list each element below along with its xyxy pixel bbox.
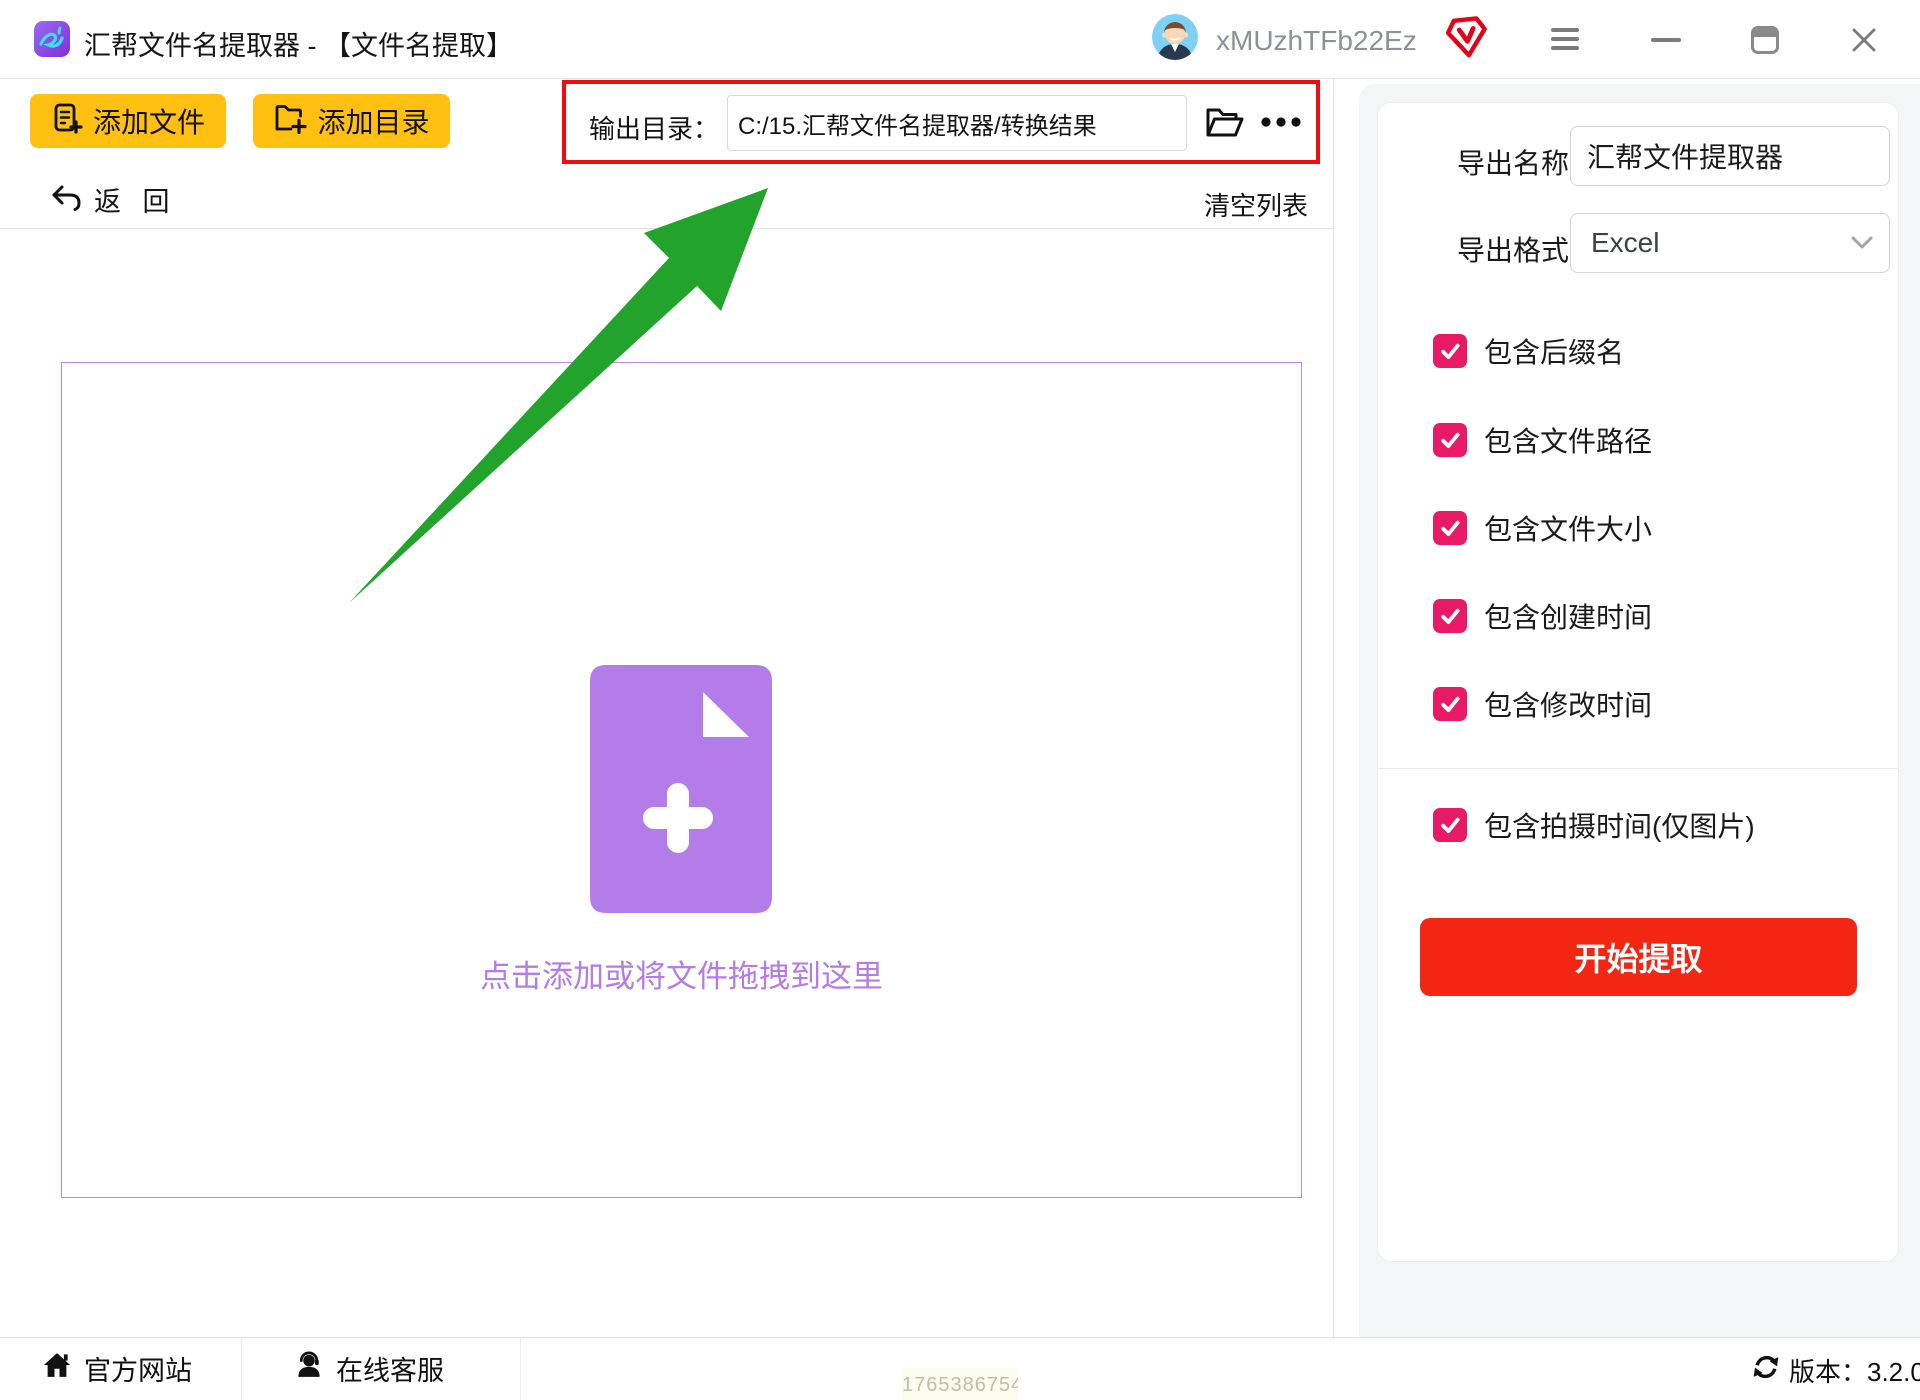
add-files-label: 添加文件 — [93, 101, 205, 141]
username: xMUzhTFb22Ez — [1216, 25, 1417, 57]
option-include-extension[interactable]: 包含后缀名 — [1433, 334, 1624, 368]
file-add-icon — [590, 665, 772, 913]
app-logo-icon — [33, 20, 71, 58]
version-label: 版本：3.2.0.0 — [1789, 1352, 1920, 1389]
export-name-label: 导出名称 — [1457, 142, 1569, 182]
start-extract-button[interactable]: 开始提取 — [1420, 918, 1857, 996]
option-include-path[interactable]: 包含文件路径 — [1433, 423, 1652, 457]
checkbox-checked[interactable] — [1433, 808, 1467, 842]
option-include-created-time[interactable]: 包含创建时间 — [1433, 599, 1652, 633]
back-arrow-icon — [50, 183, 82, 216]
options-divider — [1377, 768, 1899, 769]
minimize-button[interactable] — [1651, 38, 1681, 42]
footer-divider — [0, 1337, 1920, 1338]
option-label: 包含拍摄时间(仅图片) — [1484, 805, 1755, 845]
ellipsis-icon — [1258, 121, 1304, 136]
dropzone[interactable]: 点击添加或将文件拖拽到这里 — [61, 362, 1302, 1198]
more-options-button[interactable] — [1256, 108, 1306, 138]
checkbox-checked[interactable] — [1433, 599, 1467, 633]
list-divider — [0, 228, 1333, 229]
title-bar: 汇帮文件名提取器 - 【文件名提取】 xMUzhTFb22Ez — [0, 0, 1920, 79]
option-include-photo-time[interactable]: 包含拍摄时间(仅图片) — [1433, 808, 1755, 842]
option-include-size[interactable]: 包含文件大小 — [1433, 511, 1652, 545]
menu-button[interactable] — [1551, 28, 1581, 52]
app-window: 汇帮文件名提取器 - 【文件名提取】 xMUzhTFb22Ez — [0, 0, 1920, 1400]
export-name-input[interactable] — [1570, 126, 1890, 186]
maximize-button[interactable] — [1751, 26, 1779, 54]
option-label: 包含创建时间 — [1484, 596, 1652, 636]
watermark: 17653867541 — [902, 1368, 1018, 1400]
export-format-select[interactable]: Excel — [1570, 213, 1890, 273]
folder-plus-icon — [273, 102, 307, 141]
file-plus-icon — [51, 102, 83, 141]
sidebar-card — [1377, 102, 1899, 1262]
footer-separator — [241, 1338, 242, 1400]
checkbox-checked[interactable] — [1433, 423, 1467, 457]
checkbox-checked[interactable] — [1433, 334, 1467, 368]
refresh-icon — [1752, 1353, 1780, 1388]
folder-open-icon — [1203, 129, 1245, 144]
online-support-link[interactable]: 在线客服 — [294, 1350, 444, 1386]
official-website-label: 官方网站 — [84, 1349, 192, 1388]
output-dir-label: 输出目录： — [589, 109, 719, 146]
option-label: 包含文件大小 — [1484, 508, 1652, 548]
export-format-value: Excel — [1571, 227, 1851, 259]
option-label: 包含文件路径 — [1484, 420, 1652, 460]
vip-badge-icon[interactable] — [1444, 13, 1490, 61]
output-dir-input[interactable] — [727, 95, 1187, 151]
export-format-label: 导出格式 — [1457, 229, 1569, 269]
online-support-label: 在线客服 — [336, 1349, 444, 1388]
footer-separator — [520, 1338, 521, 1400]
sidebar-divider — [1333, 79, 1334, 1337]
back-label: 返 回 — [94, 180, 177, 219]
browse-folder-button[interactable] — [1202, 102, 1246, 144]
version-indicator: 版本：3.2.0.0 — [1752, 1352, 1920, 1389]
checkbox-checked[interactable] — [1433, 687, 1467, 721]
checkbox-checked[interactable] — [1433, 511, 1467, 545]
add-files-button[interactable]: 添加文件 — [30, 94, 226, 148]
option-label: 包含后缀名 — [1484, 331, 1624, 371]
home-icon — [42, 1350, 72, 1387]
back-button[interactable]: 返 回 — [50, 180, 177, 219]
dropzone-hint: 点击添加或将文件拖拽到这里 — [62, 951, 1301, 996]
user-avatar[interactable] — [1152, 14, 1198, 60]
chevron-down-icon — [1851, 236, 1873, 250]
headset-person-icon — [294, 1350, 324, 1387]
add-folder-label: 添加目录 — [317, 101, 429, 141]
option-include-modified-time[interactable]: 包含修改时间 — [1433, 687, 1652, 721]
close-button[interactable] — [1851, 27, 1877, 53]
option-label: 包含修改时间 — [1484, 684, 1652, 724]
official-website-link[interactable]: 官方网站 — [42, 1350, 192, 1386]
add-folder-button[interactable]: 添加目录 — [253, 94, 450, 148]
window-title: 汇帮文件名提取器 - 【文件名提取】 — [84, 24, 513, 63]
clear-list-button[interactable]: 清空列表 — [1204, 186, 1308, 223]
